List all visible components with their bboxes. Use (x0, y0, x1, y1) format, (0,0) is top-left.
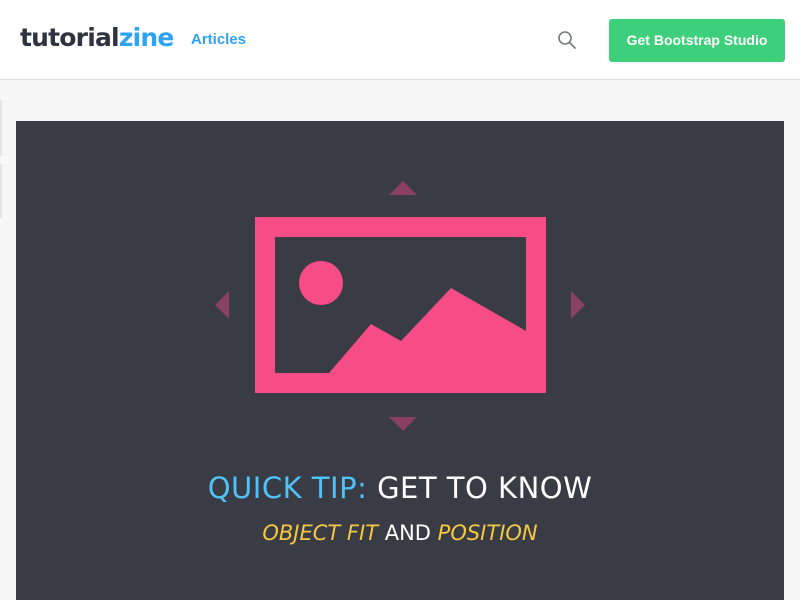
hero-title-highlight: QUICK TIP: (207, 471, 368, 505)
site-header: tutorialzine Articles Get Bootstrap Stud… (0, 0, 800, 80)
get-bootstrap-studio-button[interactable]: Get Bootstrap Studio (609, 19, 785, 62)
subtitle-and: AND (384, 521, 431, 545)
logo-part-tutorial: tutorial (20, 23, 120, 52)
hero-subtitle: OBJECT FIT AND POSITION (16, 517, 784, 549)
image-icon (255, 217, 546, 393)
arrow-right-icon (571, 291, 585, 319)
hero-banner[interactable]: QUICK TIP: GET TO KNOW OBJECT FIT AND PO… (16, 121, 784, 600)
left-edge-fragment (0, 100, 2, 218)
arrow-down-icon (389, 417, 417, 431)
site-logo[interactable]: tutorialzine (20, 22, 174, 54)
search-icon (558, 31, 576, 49)
subtitle-object-fit: OBJECT FIT (262, 521, 379, 545)
hero-title: QUICK TIP: GET TO KNOW (16, 468, 784, 508)
arrow-left-icon (215, 291, 229, 319)
search-button[interactable] (556, 29, 578, 51)
subtitle-position: POSITION (437, 521, 538, 545)
logo-part-zine: zine (118, 23, 174, 52)
left-edge-gap (0, 156, 2, 164)
hero-title-rest: GET TO KNOW (377, 471, 593, 505)
nav-articles-link[interactable]: Articles (191, 30, 246, 50)
arrow-up-icon (389, 181, 417, 195)
